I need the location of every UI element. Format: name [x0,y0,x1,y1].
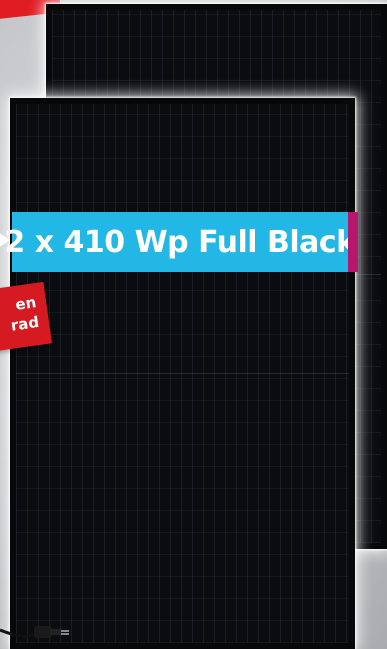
badge-line-1: en [14,293,38,314]
panel-seam [16,373,349,374]
promo-badge: en rad [0,281,53,353]
badge-line-2: rad [9,312,41,335]
banner-accent-bar [348,212,358,272]
product-banner: 2 x 410 Wp Full Black [4,212,356,272]
solar-panel-front [10,98,355,649]
banner-title: 2 x 410 Wp Full Black [4,224,356,260]
power-cable-icon [0,626,69,638]
